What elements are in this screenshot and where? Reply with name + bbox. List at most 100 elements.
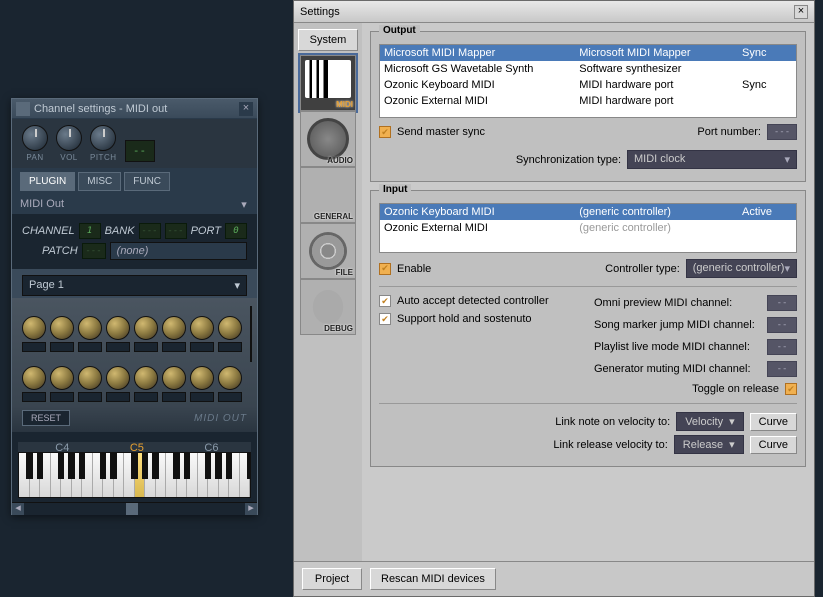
chevron-down-icon: ▾ <box>784 153 790 166</box>
piano-scrollbar[interactable]: ◂ ▸ <box>12 502 257 514</box>
table-row[interactable]: Ozonic External MIDI(generic controller) <box>380 220 796 236</box>
settings-main: Output Microsoft MIDI MapperMicrosoft MI… <box>362 23 814 561</box>
cc-slot[interactable] <box>190 342 214 352</box>
close-icon[interactable]: × <box>239 102 253 116</box>
tab-misc[interactable]: MISC <box>78 172 121 191</box>
curve-release-button[interactable]: Curve <box>750 436 797 454</box>
bank-value-2[interactable]: --- <box>165 223 187 239</box>
curve-note-button[interactable]: Curve <box>750 413 797 431</box>
cc-slot[interactable] <box>218 392 242 402</box>
tab-plugin[interactable]: PLUGIN <box>20 172 75 191</box>
system-button[interactable]: System <box>298 29 358 51</box>
cc-slot[interactable] <box>162 392 186 402</box>
table-row[interactable]: Ozonic Keyboard MIDI(generic controller)… <box>380 204 796 220</box>
project-button[interactable]: Project <box>302 568 362 590</box>
output-device-table[interactable]: Microsoft MIDI MapperMicrosoft MIDI Mapp… <box>379 44 797 118</box>
cc-slot[interactable] <box>50 342 74 352</box>
sidebar-cat-audio[interactable]: AUDIO <box>300 111 356 167</box>
plugin-header[interactable]: MIDI Out ▾ <box>12 195 257 214</box>
table-row[interactable]: Ozonic Keyboard MIDIMIDI hardware portSy… <box>380 77 796 93</box>
toggle-release-checkbox[interactable] <box>785 383 797 395</box>
sidebar-cat-midi[interactable]: MIDI <box>300 55 356 111</box>
cc-slot[interactable] <box>106 342 130 352</box>
cc-slot[interactable] <box>22 392 46 402</box>
port-value[interactable]: 0 <box>225 223 247 239</box>
window-icon <box>16 102 30 116</box>
cc-slot[interactable] <box>134 342 158 352</box>
bank-value-1[interactable]: --- <box>139 223 161 239</box>
input-device-table[interactable]: Ozonic Keyboard MIDI(generic controller)… <box>379 203 797 253</box>
send-sync-checkbox[interactable] <box>379 126 391 138</box>
cc-knob[interactable] <box>50 366 74 390</box>
cc-knob[interactable] <box>190 366 214 390</box>
channel-value[interactable]: 1 <box>79 223 101 239</box>
chevron-down-icon: ▾ <box>234 279 240 292</box>
sidebar-cat-debug[interactable]: DEBUG <box>300 279 356 335</box>
scroll-right-icon[interactable]: ▸ <box>245 503 257 515</box>
cc-knob[interactable] <box>134 316 158 340</box>
marker-channel-field[interactable]: -- <box>767 317 797 333</box>
cc-knob[interactable] <box>162 316 186 340</box>
vol-knob[interactable] <box>56 125 82 151</box>
playlist-channel-field[interactable]: -- <box>767 339 797 355</box>
cc-knob[interactable] <box>78 316 102 340</box>
cc-slot[interactable] <box>78 342 102 352</box>
cc-knob[interactable] <box>218 366 242 390</box>
sync-type-dropdown[interactable]: MIDI clock▾ <box>627 150 797 169</box>
scroll-left-icon[interactable]: ◂ <box>12 503 24 515</box>
cc-knob[interactable] <box>134 366 158 390</box>
piano-keys[interactable] <box>18 452 251 498</box>
channel-titlebar[interactable]: Channel settings - MIDI out × <box>12 99 257 119</box>
page-dropdown[interactable]: Page 1▾ <box>22 275 247 296</box>
scroll-thumb[interactable] <box>126 503 138 515</box>
cc-knob[interactable] <box>106 366 130 390</box>
cc-slot[interactable] <box>50 392 74 402</box>
enable-checkbox[interactable] <box>379 263 391 275</box>
cc-slot[interactable] <box>190 392 214 402</box>
channel-lcd[interactable]: -- <box>125 140 155 162</box>
auto-accept-checkbox[interactable] <box>379 295 391 307</box>
cc-knob[interactable] <box>106 316 130 340</box>
cc-slot[interactable] <box>218 342 242 352</box>
settings-titlebar[interactable]: Settings × <box>294 1 814 23</box>
input-group: Input Ozonic Keyboard MIDI(generic contr… <box>370 190 806 467</box>
cc-slot[interactable] <box>106 392 130 402</box>
sostenuto-checkbox[interactable] <box>379 313 391 325</box>
velocity-slider[interactable] <box>250 306 252 362</box>
table-row[interactable]: Ozonic External MIDIMIDI hardware port <box>380 93 796 109</box>
table-row[interactable]: Microsoft MIDI MapperMicrosoft MIDI Mapp… <box>380 45 796 61</box>
cc-slot[interactable] <box>134 392 158 402</box>
piano-preview: C4 C5 C6 <box>12 432 257 502</box>
controller-type-dropdown[interactable]: (generic controller)▾ <box>686 259 797 278</box>
link-note-dropdown[interactable]: Velocity▾ <box>676 412 743 431</box>
omni-channel-field[interactable]: -- <box>767 295 797 311</box>
chevron-down-icon: ▾ <box>729 415 735 428</box>
pan-knob[interactable] <box>22 125 48 151</box>
cc-slot[interactable] <box>22 342 46 352</box>
cc-knob[interactable] <box>50 316 74 340</box>
patch-dropdown[interactable]: (none) <box>110 242 247 260</box>
cc-knob[interactable] <box>22 366 46 390</box>
sidebar-cat-general[interactable]: GENERAL <box>300 167 356 223</box>
cc-slot[interactable] <box>162 342 186 352</box>
patch-value[interactable]: --- <box>82 243 106 259</box>
pitch-knob[interactable] <box>90 125 116 151</box>
port-number-field[interactable]: --- <box>767 124 797 140</box>
cc-knob[interactable] <box>190 316 214 340</box>
rescan-button[interactable]: Rescan MIDI devices <box>370 568 496 590</box>
knob-grid <box>12 298 257 406</box>
sidebar-cat-file[interactable]: FILE <box>300 223 356 279</box>
cc-knob[interactable] <box>162 366 186 390</box>
cc-knob[interactable] <box>22 316 46 340</box>
close-icon[interactable]: × <box>794 5 808 19</box>
cc-slot[interactable] <box>78 392 102 402</box>
link-release-dropdown[interactable]: Release▾ <box>674 435 744 454</box>
genmute-channel-field[interactable]: -- <box>767 361 797 377</box>
cc-knob[interactable] <box>78 366 102 390</box>
table-row[interactable]: Microsoft GS Wavetable SynthSoftware syn… <box>380 61 796 77</box>
chevron-down-icon[interactable]: ▾ <box>239 198 249 211</box>
tab-func[interactable]: FUNC <box>124 172 170 191</box>
reset-button[interactable]: RESET <box>22 410 70 426</box>
output-group: Output Microsoft MIDI MapperMicrosoft MI… <box>370 31 806 182</box>
cc-knob[interactable] <box>218 316 242 340</box>
